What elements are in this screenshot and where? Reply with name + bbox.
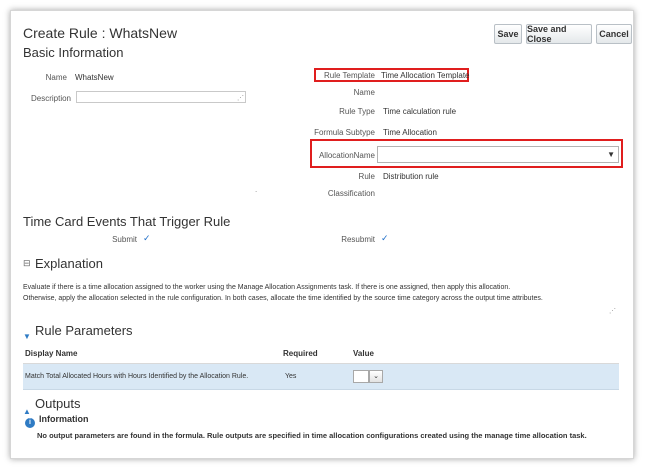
submit-label: Submit: [112, 235, 137, 244]
column-required: Required: [283, 349, 318, 358]
time-card-events-heading: Time Card Events That Trigger Rule: [23, 214, 231, 229]
dot-mark: .: [255, 185, 258, 194]
explanation-resize-icon[interactable]: ⋰: [609, 307, 616, 315]
save-and-close-button[interactable]: Save and Close: [526, 24, 592, 44]
create-rule-page: Create Rule : WhatsNew Save Save and Clo…: [10, 10, 634, 459]
resubmit-label: Resubmit: [341, 235, 375, 244]
explanation-line-1: Evaluate if there is a time allocation a…: [23, 284, 511, 291]
formula-subtype-label: Formula Subtype: [314, 128, 375, 137]
value-dropdown-icon[interactable]: ⌄: [369, 370, 383, 383]
rule-parameters-collapse-icon[interactable]: ▼: [23, 326, 31, 344]
rule-type-value: Time calculation rule: [383, 107, 457, 116]
information-text: No output parameters are found in the fo…: [37, 431, 587, 440]
column-display-name: Display Name: [25, 349, 78, 358]
resize-grip-icon[interactable]: ⋰: [237, 95, 244, 102]
explanation-icon: ⊟: [23, 258, 31, 268]
description-label: Description: [30, 94, 71, 103]
name-label: Name: [45, 73, 67, 82]
resubmit-check-icon: ✓: [381, 233, 389, 243]
row-display-name: Match Total Allocated Hours with Hours I…: [25, 373, 249, 380]
table-row[interactable]: Match Total Allocated Hours with Hours I…: [23, 364, 619, 390]
page-title: Create Rule : WhatsNew: [23, 25, 178, 41]
rule-classification-label-2: Classification: [327, 189, 375, 198]
column-value: Value: [353, 349, 374, 358]
explanation-line-2: Otherwise, apply the allocation selected…: [23, 295, 543, 302]
allocation-name-select[interactable]: ▼: [377, 146, 619, 163]
information-heading: Information: [39, 414, 89, 424]
row-required: Yes: [285, 373, 297, 380]
rule-classification-label-1: Rule: [358, 172, 375, 181]
basic-information-heading: Basic Information: [23, 45, 124, 60]
dropdown-arrow-icon[interactable]: ▼: [607, 150, 615, 159]
rule-classification-value: Distribution rule: [383, 172, 439, 181]
explanation-heading: Explanation: [35, 256, 103, 271]
rule-type-label: Rule Type: [339, 107, 375, 116]
rule-parameters-heading: Rule Parameters: [35, 323, 133, 338]
outputs-heading: Outputs: [35, 396, 81, 411]
value-input[interactable]: [353, 370, 369, 383]
parameters-table-header: Display Name Required Value: [23, 346, 619, 364]
description-field[interactable]: ⋰: [76, 91, 246, 103]
submit-check-icon: ✓: [143, 233, 151, 243]
allocation-name-label: AllocationName: [318, 151, 375, 160]
rule-template-label: Rule Template: [324, 71, 375, 80]
save-button[interactable]: Save: [494, 24, 522, 44]
information-icon: i: [25, 414, 35, 432]
name2-label: Name: [353, 88, 375, 97]
formula-subtype-value: Time Allocation: [383, 128, 437, 137]
cancel-button[interactable]: Cancel: [596, 24, 632, 44]
name-value: WhatsNew: [75, 73, 114, 82]
rule-template-value: Time Allocation Template: [381, 71, 470, 80]
